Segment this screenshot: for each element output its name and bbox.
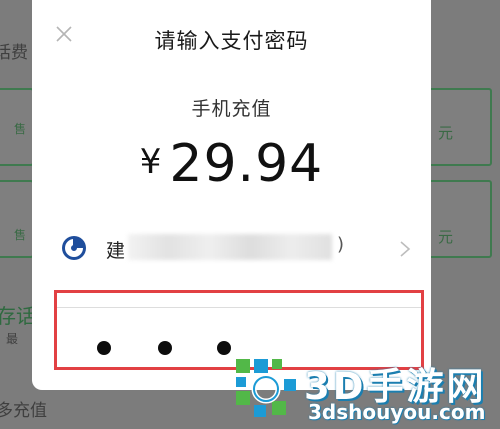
background-sublabel: 最 (6, 332, 19, 346)
background-heading: 话费 (0, 43, 28, 63)
payment-method-selector[interactable]: 建 ) (32, 220, 431, 278)
password-dot (97, 341, 111, 355)
background-label: 存话 (0, 304, 36, 328)
watermark-logo-icon (236, 359, 296, 417)
site-watermark: 3D手游网 3dshouyou.com (232, 352, 494, 427)
background-card-left-1: 售 (0, 88, 34, 166)
watermark-url: 3dshouyou.com (308, 400, 486, 424)
payment-subject: 手机充值 (191, 98, 272, 120)
card-suffix: ) (337, 234, 345, 255)
amount-value: 29.94 (169, 134, 324, 194)
background-card-left-2: 售 (0, 180, 34, 258)
background-card-right-1: 元 (428, 88, 492, 166)
dialog-title: 请输入支付密码 (154, 29, 309, 53)
payment-password-dialog: 请输入支付密码 手机充值 ¥29.94 建 ) (32, 0, 431, 390)
background-card-right-2: 元 (428, 180, 492, 258)
chevron-right-icon (400, 241, 411, 257)
password-dot (158, 341, 172, 355)
currency-symbol: ¥ (139, 142, 162, 182)
background-footer-text: 多充值 (0, 401, 47, 421)
redacted-card-number (128, 234, 332, 260)
password-dot (217, 341, 231, 355)
bank-logo-icon (62, 236, 86, 260)
payment-amount: ¥29.94 (32, 134, 431, 194)
